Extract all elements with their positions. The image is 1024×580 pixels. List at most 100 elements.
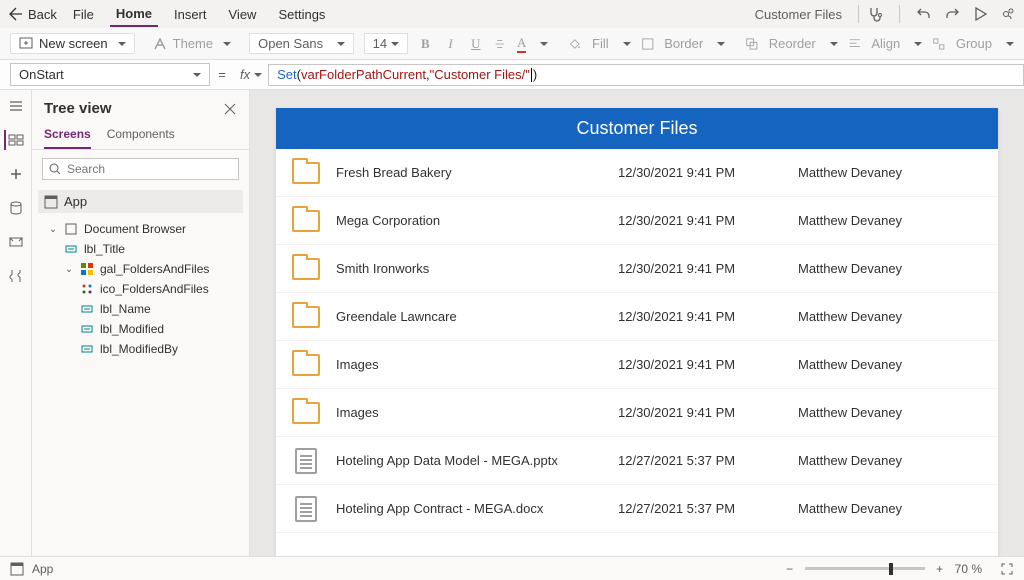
data-icon[interactable] bbox=[6, 198, 26, 218]
left-rail bbox=[0, 90, 32, 556]
menu-home[interactable]: Home bbox=[110, 2, 158, 27]
file-row[interactable]: Mega Corporation12/30/2021 9:41 PMMatthe… bbox=[276, 197, 998, 245]
group-label: Group bbox=[956, 36, 992, 51]
label-icon bbox=[64, 242, 78, 256]
tools-icon[interactable] bbox=[6, 266, 26, 286]
canvas-area: Customer Files Fresh Bread Bakery12/30/2… bbox=[250, 90, 1024, 556]
app-node-label: App bbox=[64, 194, 87, 209]
font-size-selector[interactable]: 14 bbox=[364, 33, 408, 54]
reorder-label: Reorder bbox=[769, 36, 816, 51]
app-node[interactable]: App bbox=[38, 190, 243, 213]
fit-icon[interactable] bbox=[1000, 562, 1014, 576]
file-modified-by: Matthew Devaney bbox=[798, 405, 998, 420]
tree-title: Tree view bbox=[44, 100, 112, 117]
underline-button[interactable]: U bbox=[468, 36, 483, 52]
tree-panel: Tree view Screens Components App ⌄ Docum… bbox=[32, 90, 250, 556]
theme-button[interactable]: Theme bbox=[145, 34, 239, 53]
file-modified: 12/30/2021 9:41 PM bbox=[618, 261, 798, 276]
file-modified-by: Matthew Devaney bbox=[798, 501, 998, 516]
new-screen-button[interactable]: New screen bbox=[10, 33, 135, 54]
hamburger-icon[interactable] bbox=[6, 96, 26, 116]
tab-components[interactable]: Components bbox=[107, 121, 175, 149]
app-title: Customer Files bbox=[276, 108, 998, 149]
app-canvas[interactable]: Customer Files Fresh Bread Bakery12/30/2… bbox=[276, 108, 998, 556]
file-modified-by: Matthew Devaney bbox=[798, 165, 998, 180]
close-panel-icon[interactable] bbox=[223, 102, 237, 116]
play-icon[interactable] bbox=[972, 6, 988, 22]
border-icon[interactable] bbox=[641, 36, 655, 52]
file-row[interactable]: Greendale Lawncare12/30/2021 9:41 PMMatt… bbox=[276, 293, 998, 341]
lbl-name-node[interactable]: lbl_Name bbox=[36, 299, 245, 319]
strike-icon[interactable] bbox=[493, 36, 507, 52]
font-color-button[interactable]: A bbox=[517, 35, 526, 53]
undo-icon[interactable] bbox=[916, 6, 932, 22]
file-modified: 12/30/2021 9:41 PM bbox=[618, 165, 798, 180]
file-modified: 12/27/2021 5:37 PM bbox=[618, 453, 798, 468]
ico-node[interactable]: ico_FoldersAndFiles bbox=[36, 279, 245, 299]
label-icon bbox=[80, 322, 94, 336]
menu-insert[interactable]: Insert bbox=[168, 3, 213, 26]
zoom-label: 70 % bbox=[955, 562, 982, 576]
screen-node[interactable]: ⌄ Document Browser bbox=[36, 219, 245, 239]
back-label: Back bbox=[28, 7, 57, 22]
zoom-out-button[interactable]: − bbox=[783, 562, 797, 576]
new-screen-label: New screen bbox=[39, 36, 108, 51]
menu-view[interactable]: View bbox=[223, 3, 263, 26]
document-icon bbox=[295, 448, 317, 474]
file-modified: 12/27/2021 5:37 PM bbox=[618, 501, 798, 516]
italic-button[interactable]: I bbox=[443, 36, 458, 52]
gallery-icon bbox=[80, 262, 94, 276]
tree-search[interactable] bbox=[42, 158, 239, 180]
zoom-slider[interactable] bbox=[805, 567, 925, 570]
folder-icon bbox=[292, 162, 320, 184]
media-icon[interactable] bbox=[6, 232, 26, 252]
file-name: Hoteling App Contract - MEGA.docx bbox=[336, 501, 618, 516]
file-modified-by: Matthew Devaney bbox=[798, 309, 998, 324]
border-label: Border bbox=[664, 36, 703, 51]
formula-bar: OnStart = fx Set(varFolderPathCurrent, "… bbox=[0, 60, 1024, 90]
share-icon[interactable] bbox=[1000, 6, 1016, 22]
file-name: Greendale Lawncare bbox=[336, 309, 618, 324]
bold-button[interactable]: B bbox=[418, 36, 433, 52]
file-modified-by: Matthew Devaney bbox=[798, 453, 998, 468]
menu-file[interactable]: File bbox=[67, 3, 100, 26]
align-icon[interactable] bbox=[848, 36, 862, 52]
folder-icon bbox=[292, 354, 320, 376]
fill-label: Fill bbox=[592, 36, 609, 51]
lbl-modified-node[interactable]: lbl_Modified bbox=[36, 319, 245, 339]
tab-screens[interactable]: Screens bbox=[44, 121, 91, 149]
back-arrow-icon bbox=[8, 6, 24, 22]
folder-icon bbox=[292, 306, 320, 328]
font-selector[interactable]: Open Sans bbox=[249, 33, 354, 54]
file-row[interactable]: Hoteling App Contract - MEGA.docx12/27/2… bbox=[276, 485, 998, 533]
group-icon[interactable] bbox=[932, 36, 946, 52]
file-list[interactable]: Fresh Bread Bakery12/30/2021 9:41 PMMatt… bbox=[276, 149, 998, 556]
new-screen-icon bbox=[19, 37, 33, 51]
reorder-icon[interactable] bbox=[745, 36, 759, 52]
file-modified-by: Matthew Devaney bbox=[798, 357, 998, 372]
file-row[interactable]: Hoteling App Data Model - MEGA.pptx12/27… bbox=[276, 437, 998, 485]
file-row[interactable]: Images12/30/2021 9:41 PMMatthew Devaney bbox=[276, 341, 998, 389]
lbl-modifiedby-node[interactable]: lbl_ModifiedBy bbox=[36, 339, 245, 359]
gallery-node[interactable]: ⌄ gal_FoldersAndFiles bbox=[36, 259, 245, 279]
equals-label: = bbox=[210, 67, 234, 82]
lbl-title-node[interactable]: lbl_Title bbox=[36, 239, 245, 259]
file-row[interactable]: Smith Ironworks12/30/2021 9:41 PMMatthew… bbox=[276, 245, 998, 293]
zoom-in-button[interactable]: + bbox=[933, 562, 947, 576]
file-modified: 12/30/2021 9:41 PM bbox=[618, 213, 798, 228]
icon-node-icon bbox=[80, 282, 94, 296]
stethoscope-icon[interactable] bbox=[867, 6, 883, 22]
back-button[interactable]: Back bbox=[8, 6, 57, 22]
formula-input[interactable]: Set(varFolderPathCurrent, "Customer File… bbox=[268, 64, 1024, 86]
fill-icon[interactable] bbox=[568, 36, 582, 52]
insert-icon[interactable] bbox=[6, 164, 26, 184]
file-modified: 12/30/2021 9:41 PM bbox=[618, 405, 798, 420]
redo-icon[interactable] bbox=[944, 6, 960, 22]
file-row[interactable]: Fresh Bread Bakery12/30/2021 9:41 PMMatt… bbox=[276, 149, 998, 197]
property-selector[interactable]: OnStart bbox=[10, 63, 210, 86]
file-row[interactable]: Images12/30/2021 9:41 PMMatthew Devaney bbox=[276, 389, 998, 437]
status-bar: App − + 70 % bbox=[0, 556, 1024, 580]
search-input[interactable] bbox=[67, 162, 232, 176]
menu-settings[interactable]: Settings bbox=[272, 3, 331, 26]
tree-view-icon[interactable] bbox=[4, 130, 24, 150]
